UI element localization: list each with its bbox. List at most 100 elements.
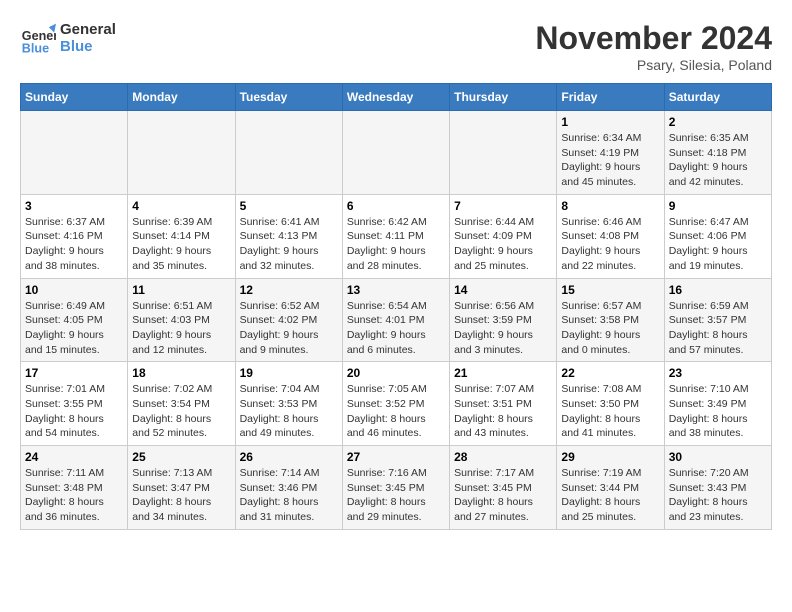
- calendar-cell: 11 Sunrise: 6:51 AM Sunset: 4:03 PM Dayli…: [128, 278, 235, 362]
- day-number: 6: [347, 199, 445, 213]
- day-number: 26: [240, 450, 338, 464]
- calendar-cell: 13 Sunrise: 6:54 AM Sunset: 4:01 PM Dayli…: [342, 278, 449, 362]
- month-title: November 2024: [535, 20, 772, 57]
- day-info: Sunrise: 6:57 AM Sunset: 3:58 PM Dayligh…: [561, 299, 659, 358]
- calendar-cell: 24 Sunrise: 7:11 AM Sunset: 3:48 PM Dayli…: [21, 446, 128, 530]
- calendar-cell: 6 Sunrise: 6:42 AM Sunset: 4:11 PM Daylig…: [342, 194, 449, 278]
- calendar-cell: [342, 111, 449, 195]
- day-number: 17: [25, 366, 123, 380]
- day-number: 4: [132, 199, 230, 213]
- day-info: Sunrise: 6:54 AM Sunset: 4:01 PM Dayligh…: [347, 299, 445, 358]
- day-number: 22: [561, 366, 659, 380]
- calendar-week-4: 24 Sunrise: 7:11 AM Sunset: 3:48 PM Dayli…: [21, 446, 772, 530]
- calendar-cell: 14 Sunrise: 6:56 AM Sunset: 3:59 PM Dayli…: [450, 278, 557, 362]
- day-info: Sunrise: 6:46 AM Sunset: 4:08 PM Dayligh…: [561, 215, 659, 274]
- weekday-sunday: Sunday: [21, 84, 128, 111]
- calendar-cell: 28 Sunrise: 7:17 AM Sunset: 3:45 PM Dayli…: [450, 446, 557, 530]
- day-info: Sunrise: 7:11 AM Sunset: 3:48 PM Dayligh…: [25, 466, 123, 525]
- day-info: Sunrise: 6:41 AM Sunset: 4:13 PM Dayligh…: [240, 215, 338, 274]
- day-info: Sunrise: 7:07 AM Sunset: 3:51 PM Dayligh…: [454, 382, 552, 441]
- calendar-cell: 26 Sunrise: 7:14 AM Sunset: 3:46 PM Dayli…: [235, 446, 342, 530]
- calendar-cell: 23 Sunrise: 7:10 AM Sunset: 3:49 PM Dayli…: [664, 362, 771, 446]
- day-number: 25: [132, 450, 230, 464]
- calendar-cell: [21, 111, 128, 195]
- day-number: 28: [454, 450, 552, 464]
- calendar-cell: 20 Sunrise: 7:05 AM Sunset: 3:52 PM Dayli…: [342, 362, 449, 446]
- day-number: 16: [669, 283, 767, 297]
- calendar-cell: 7Sunrise: 6:44 AM Sunset: 4:09 PM Daylig…: [450, 194, 557, 278]
- calendar-table: SundayMondayTuesdayWednesdayThursdayFrid…: [20, 83, 772, 530]
- weekday-tuesday: Tuesday: [235, 84, 342, 111]
- calendar-cell: 9 Sunrise: 6:47 AM Sunset: 4:06 PM Daylig…: [664, 194, 771, 278]
- day-info: Sunrise: 7:17 AM Sunset: 3:45 PM Dayligh…: [454, 466, 552, 525]
- calendar-cell: 17 Sunrise: 7:01 AM Sunset: 3:55 PM Dayli…: [21, 362, 128, 446]
- day-info: Sunrise: 7:19 AM Sunset: 3:44 PM Dayligh…: [561, 466, 659, 525]
- calendar-cell: [450, 111, 557, 195]
- calendar-cell: 4 Sunrise: 6:39 AM Sunset: 4:14 PM Daylig…: [128, 194, 235, 278]
- calendar-cell: 10Sunrise: 6:49 AM Sunset: 4:05 PM Dayli…: [21, 278, 128, 362]
- day-number: 11: [132, 283, 230, 297]
- logo-icon: General Blue: [20, 20, 56, 56]
- day-info: Sunrise: 6:42 AM Sunset: 4:11 PM Dayligh…: [347, 215, 445, 274]
- day-info: Sunrise: 7:05 AM Sunset: 3:52 PM Dayligh…: [347, 382, 445, 441]
- calendar-cell: 5 Sunrise: 6:41 AM Sunset: 4:13 PM Daylig…: [235, 194, 342, 278]
- day-info: Sunrise: 7:01 AM Sunset: 3:55 PM Dayligh…: [25, 382, 123, 441]
- day-number: 5: [240, 199, 338, 213]
- calendar-cell: [128, 111, 235, 195]
- day-number: 12: [240, 283, 338, 297]
- day-info: Sunrise: 6:37 AM Sunset: 4:16 PM Dayligh…: [25, 215, 123, 274]
- calendar-cell: 2Sunrise: 6:35 AM Sunset: 4:18 PM Daylig…: [664, 111, 771, 195]
- calendar-cell: 29 Sunrise: 7:19 AM Sunset: 3:44 PM Dayli…: [557, 446, 664, 530]
- calendar-body: 1Sunrise: 6:34 AM Sunset: 4:19 PM Daylig…: [21, 111, 772, 530]
- day-info: Sunrise: 7:20 AM Sunset: 3:43 PM Dayligh…: [669, 466, 767, 525]
- day-info: Sunrise: 7:04 AM Sunset: 3:53 PM Dayligh…: [240, 382, 338, 441]
- day-number: 2: [669, 115, 767, 129]
- calendar-cell: 1Sunrise: 6:34 AM Sunset: 4:19 PM Daylig…: [557, 111, 664, 195]
- day-number: 29: [561, 450, 659, 464]
- day-info: Sunrise: 6:51 AM Sunset: 4:03 PM Dayligh…: [132, 299, 230, 358]
- day-number: 13: [347, 283, 445, 297]
- day-info: Sunrise: 7:02 AM Sunset: 3:54 PM Dayligh…: [132, 382, 230, 441]
- weekday-monday: Monday: [128, 84, 235, 111]
- calendar-week-2: 10Sunrise: 6:49 AM Sunset: 4:05 PM Dayli…: [21, 278, 772, 362]
- day-info: Sunrise: 7:13 AM Sunset: 3:47 PM Dayligh…: [132, 466, 230, 525]
- calendar-cell: 25 Sunrise: 7:13 AM Sunset: 3:47 PM Dayli…: [128, 446, 235, 530]
- calendar-cell: 16 Sunrise: 6:59 AM Sunset: 3:57 PM Dayli…: [664, 278, 771, 362]
- logo-line2: Blue: [60, 38, 116, 55]
- day-number: 27: [347, 450, 445, 464]
- day-info: Sunrise: 7:10 AM Sunset: 3:49 PM Dayligh…: [669, 382, 767, 441]
- weekday-wednesday: Wednesday: [342, 84, 449, 111]
- calendar-cell: 19 Sunrise: 7:04 AM Sunset: 3:53 PM Dayli…: [235, 362, 342, 446]
- calendar-cell: [235, 111, 342, 195]
- day-info: Sunrise: 6:44 AM Sunset: 4:09 PM Dayligh…: [454, 215, 552, 274]
- day-info: Sunrise: 7:16 AM Sunset: 3:45 PM Dayligh…: [347, 466, 445, 525]
- day-info: Sunrise: 6:59 AM Sunset: 3:57 PM Dayligh…: [669, 299, 767, 358]
- day-number: 20: [347, 366, 445, 380]
- weekday-saturday: Saturday: [664, 84, 771, 111]
- calendar-cell: 3 Sunrise: 6:37 AM Sunset: 4:16 PM Daylig…: [21, 194, 128, 278]
- day-info: Sunrise: 6:47 AM Sunset: 4:06 PM Dayligh…: [669, 215, 767, 274]
- calendar-week-1: 3 Sunrise: 6:37 AM Sunset: 4:16 PM Daylig…: [21, 194, 772, 278]
- day-info: Sunrise: 6:52 AM Sunset: 4:02 PM Dayligh…: [240, 299, 338, 358]
- weekday-header-row: SundayMondayTuesdayWednesdayThursdayFrid…: [21, 84, 772, 111]
- day-number: 14: [454, 283, 552, 297]
- day-number: 9: [669, 199, 767, 213]
- calendar-cell: 27 Sunrise: 7:16 AM Sunset: 3:45 PM Dayli…: [342, 446, 449, 530]
- day-number: 24: [25, 450, 123, 464]
- calendar-cell: 22Sunrise: 7:08 AM Sunset: 3:50 PM Dayli…: [557, 362, 664, 446]
- title-block: November 2024 Psary, Silesia, Poland: [535, 20, 772, 73]
- day-info: Sunrise: 6:56 AM Sunset: 3:59 PM Dayligh…: [454, 299, 552, 358]
- day-info: Sunrise: 6:39 AM Sunset: 4:14 PM Dayligh…: [132, 215, 230, 274]
- logo-line1: General: [60, 21, 116, 38]
- day-number: 21: [454, 366, 552, 380]
- day-number: 18: [132, 366, 230, 380]
- page-header: General Blue General Blue November 2024 …: [20, 20, 772, 73]
- day-number: 19: [240, 366, 338, 380]
- weekday-thursday: Thursday: [450, 84, 557, 111]
- day-number: 8: [561, 199, 659, 213]
- day-number: 23: [669, 366, 767, 380]
- svg-text:Blue: Blue: [22, 41, 49, 55]
- day-info: Sunrise: 7:14 AM Sunset: 3:46 PM Dayligh…: [240, 466, 338, 525]
- day-info: Sunrise: 6:34 AM Sunset: 4:19 PM Dayligh…: [561, 131, 659, 190]
- day-number: 3: [25, 199, 123, 213]
